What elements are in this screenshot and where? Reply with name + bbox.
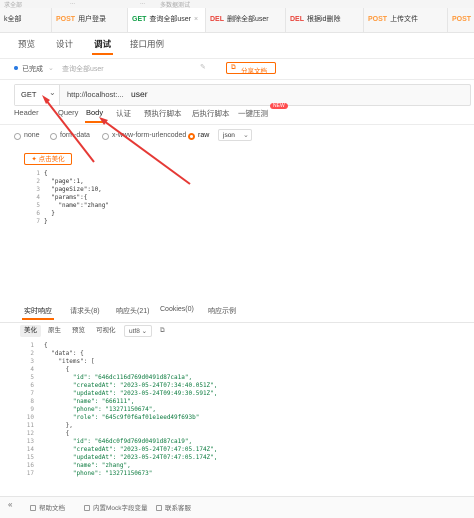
view-pretty-button[interactable]: 美化 (20, 325, 41, 337)
code-line: { (44, 430, 70, 437)
view-preview-button[interactable]: 预览 (68, 325, 89, 337)
help-docs-label: 帮助文档 (39, 505, 65, 512)
code-line: "name": "666111", (44, 398, 135, 405)
view-raw-button[interactable]: 原生 (44, 325, 65, 337)
code-line: { (44, 366, 70, 373)
code-line: "createdAt": "2023-05-24T07:34:40.051Z", (44, 382, 218, 389)
code-line: }, (44, 422, 73, 429)
code-line: "updatedAt": "2023-05-24T07:47:05.174Z", (44, 454, 218, 461)
code-line: "name": "zhang", (44, 462, 131, 469)
tab-response-examples[interactable]: 响应示例 (208, 306, 236, 316)
encoding-select[interactable]: utf8 ⌄ (124, 325, 153, 337)
mock-variables-label: 内置Mock字段变量 (93, 505, 148, 512)
support-icon (156, 505, 162, 512)
doc-icon (30, 505, 36, 512)
code-line: "role": "645c9f0f6af01e1eed49f693b" (44, 414, 200, 421)
code-line: "phone": "13271150674", (44, 406, 156, 413)
response-tabs: 实时响应 请求头(8) 响应头(21) Cookies(0) 响应示例 (0, 304, 474, 323)
arrow-to-body (103, 120, 191, 185)
code-line: "data": { (44, 350, 84, 357)
bottom-bar: « 帮助文档 内置Mock字段变量 联系客服 (0, 496, 474, 518)
code-line: "createdAt": "2023-05-24T07:47:05.174Z", (44, 446, 218, 453)
mock-variables-link[interactable]: 内置Mock字段变量 (84, 502, 148, 512)
arrow-to-method (45, 99, 95, 163)
view-visual-button[interactable]: 可视化 (92, 325, 120, 337)
tab-request-headers[interactable]: 请求头(8) (70, 306, 100, 316)
code-line: "id": "646dc0f9d769d0491d87ca19", (44, 438, 193, 445)
tab-cookies[interactable]: Cookies(0) (160, 306, 194, 313)
code-line: "updatedAt": "2023-05-24T09:49:30.591Z", (44, 390, 218, 397)
copy-icon[interactable]: ⧉ (156, 325, 169, 337)
code-line: "id": "646dc116d769d0491d87ca1a", (44, 374, 193, 381)
tab-response-headers[interactable]: 响应头(21) (116, 306, 149, 316)
variable-icon (84, 505, 90, 512)
help-docs-link[interactable]: 帮助文档 (30, 502, 65, 512)
encoding-label: utf8 (129, 328, 140, 335)
code-line: "items": [ (44, 358, 95, 365)
response-body[interactable]: 1 2 3 4 5 6 7 8 9 10 11 12 13 14 15 16 1… (14, 342, 464, 484)
code-line: { (44, 342, 48, 349)
code-line: "phone": "13271150673" (44, 470, 153, 477)
contact-support-link[interactable]: 联系客服 (156, 502, 191, 512)
contact-support-label: 联系客服 (165, 505, 191, 512)
collapse-icon[interactable]: « (8, 500, 12, 509)
tab-live-response[interactable]: 实时响应 (22, 306, 54, 320)
